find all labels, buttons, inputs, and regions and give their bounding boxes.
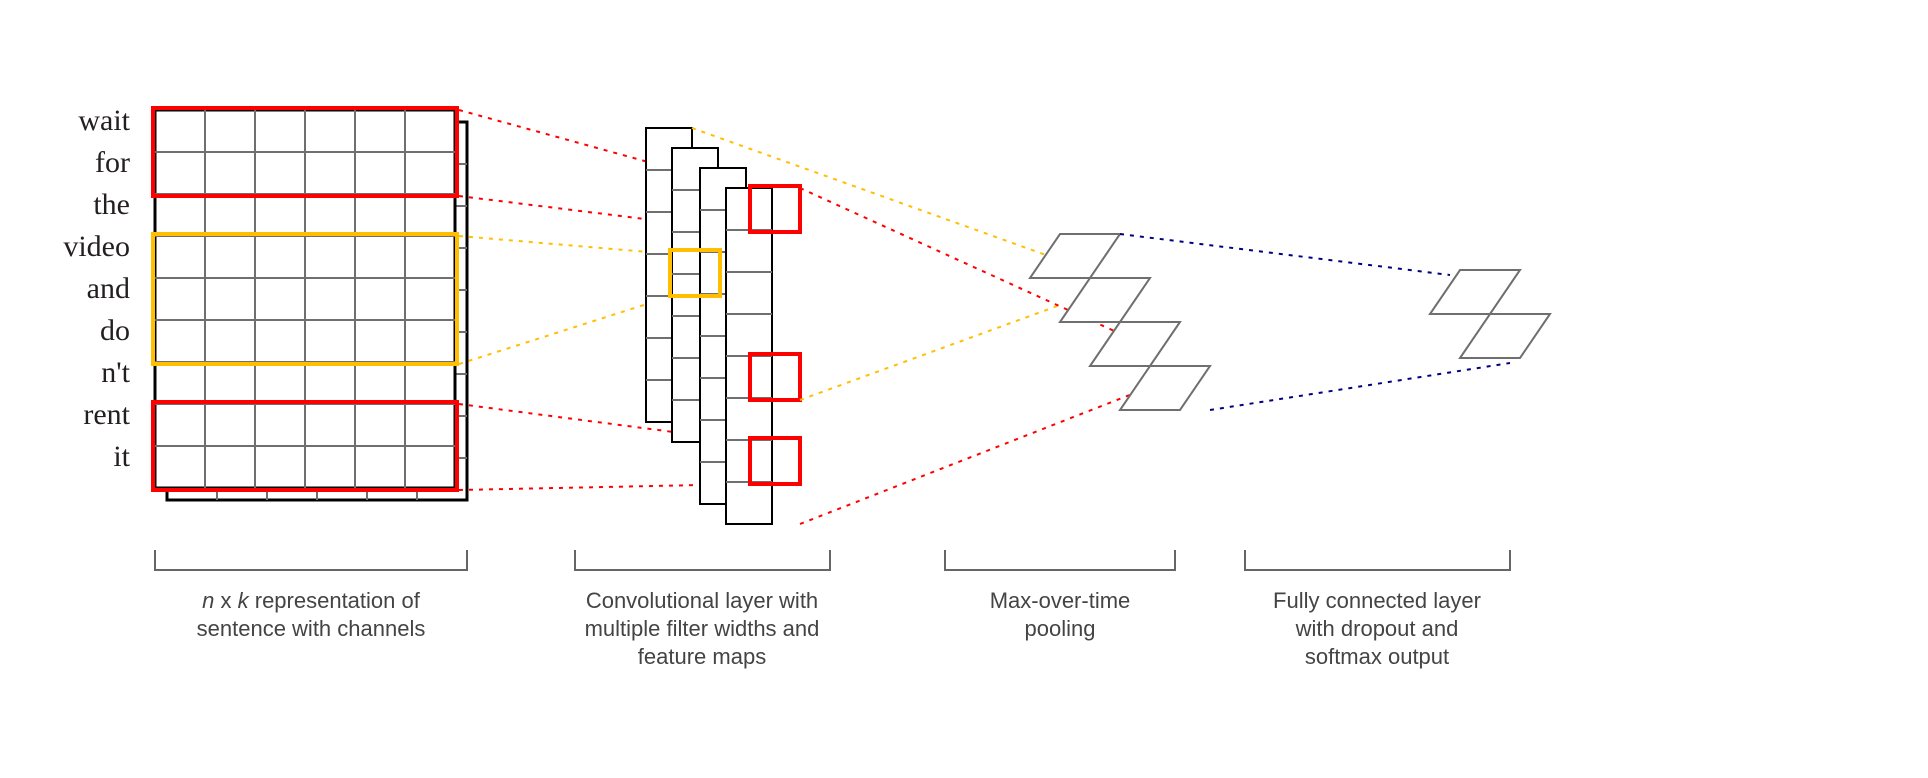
word-7: rent: [83, 398, 130, 431]
sentence-matrix: [153, 108, 467, 500]
caption-2a: Convolutional layer with: [586, 588, 818, 613]
caption-4b: with dropout and: [1295, 616, 1459, 641]
word-0: wait: [78, 104, 130, 137]
word-5: do: [100, 314, 130, 347]
caption-3b: pooling: [1025, 616, 1096, 641]
word-2: the: [93, 188, 130, 221]
brackets: [155, 550, 1510, 570]
word-4: and: [87, 272, 130, 305]
word-6: n't: [101, 356, 130, 389]
word-1: for: [95, 146, 130, 179]
pooling-vector: [1030, 234, 1210, 410]
caption-1b: sentence with channels: [197, 616, 426, 641]
caption-4c: softmax output: [1305, 644, 1449, 669]
word-list: wait for the video and do n't rent it: [63, 104, 130, 473]
svg-text:n x k representation of: n x k representation of: [202, 588, 421, 613]
caption-2c: feature maps: [638, 644, 766, 669]
fc-output: [1430, 270, 1550, 358]
caption-3a: Max-over-time: [990, 588, 1131, 613]
captions: n x k representation of sentence with ch…: [197, 588, 1481, 669]
word-3: video: [63, 230, 130, 263]
conv-feature-maps: [646, 128, 800, 524]
caption-2b: multiple filter widths and: [585, 616, 820, 641]
word-8: it: [113, 440, 130, 473]
cnn-architecture-diagram: wait for the video and do n't rent it: [0, 0, 1928, 778]
caption-4a: Fully connected layer: [1273, 588, 1481, 613]
